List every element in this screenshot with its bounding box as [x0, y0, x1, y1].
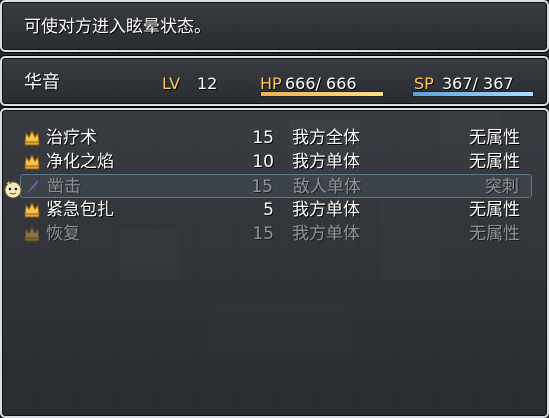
- crown-icon: [24, 225, 40, 242]
- skill-target: 我方单体: [292, 200, 360, 220]
- skill-target: 我方单体: [292, 224, 360, 244]
- skill-name: 恢复: [46, 224, 80, 244]
- crown-icon: [24, 129, 40, 146]
- skill-row[interactable]: 凿击 15 敌人单体 突刺: [20, 174, 532, 198]
- skill-name: 凿击: [47, 177, 81, 197]
- skill-cost: 15: [251, 177, 273, 197]
- hand-cursor-icon: [4, 180, 22, 199]
- skill-attribute: 无属性: [469, 200, 520, 220]
- skill-cost: 15: [252, 224, 274, 244]
- crown-icon: [24, 201, 40, 218]
- skill-name: 紧急包扎: [46, 200, 114, 220]
- skill-row[interactable]: 净化之焰 10 我方单体 无属性: [20, 150, 532, 174]
- actor-name: 华音: [24, 72, 60, 93]
- skill-target: 敌人单体: [293, 177, 361, 197]
- actor-status-window: 华音 LV 12 HP 666/ 666 SP 367/ 367: [0, 56, 549, 106]
- skill-name: 净化之焰: [46, 152, 114, 172]
- help-text: 可使对方进入眩晕状态。: [24, 17, 211, 37]
- skill-name: 治疗术: [46, 128, 97, 148]
- sp-value: 367/ 367: [442, 74, 514, 93]
- sword-icon: [25, 179, 40, 194]
- skill-attribute: 无属性: [469, 224, 520, 244]
- skill-row[interactable]: 紧急包扎 5 我方单体 无属性: [20, 198, 532, 222]
- hp-label: HP: [260, 74, 282, 93]
- skill-attribute: 无属性: [469, 128, 520, 148]
- crown-icon: [24, 153, 40, 170]
- hp-value: 666/ 666: [285, 74, 357, 93]
- skill-target: 我方单体: [292, 152, 360, 172]
- skill-cost: 10: [252, 152, 274, 172]
- skill-cost: 15: [252, 128, 274, 148]
- skill-row[interactable]: 治疗术 15 我方全体 无属性: [20, 126, 532, 150]
- level-label: LV: [162, 74, 181, 93]
- skill-row[interactable]: 恢复 15 我方单体 无属性: [20, 222, 532, 246]
- level-value: 12: [197, 74, 218, 93]
- help-window: 可使对方进入眩晕状态。: [0, 0, 549, 52]
- skill-list-window: 治疗术 15 我方全体 无属性 净化之焰 10 我方单体 无属性 凿击 15 敌…: [0, 108, 549, 418]
- skill-target: 我方全体: [292, 128, 360, 148]
- skill-attribute: 无属性: [469, 152, 520, 172]
- sp-label: SP: [414, 74, 434, 93]
- game-screen: 可使对方进入眩晕状态。 华音 LV 12 HP 666/ 666 SP 367/…: [0, 0, 549, 418]
- skill-cost: 5: [263, 200, 274, 220]
- skill-attribute: 突刺: [485, 177, 519, 197]
